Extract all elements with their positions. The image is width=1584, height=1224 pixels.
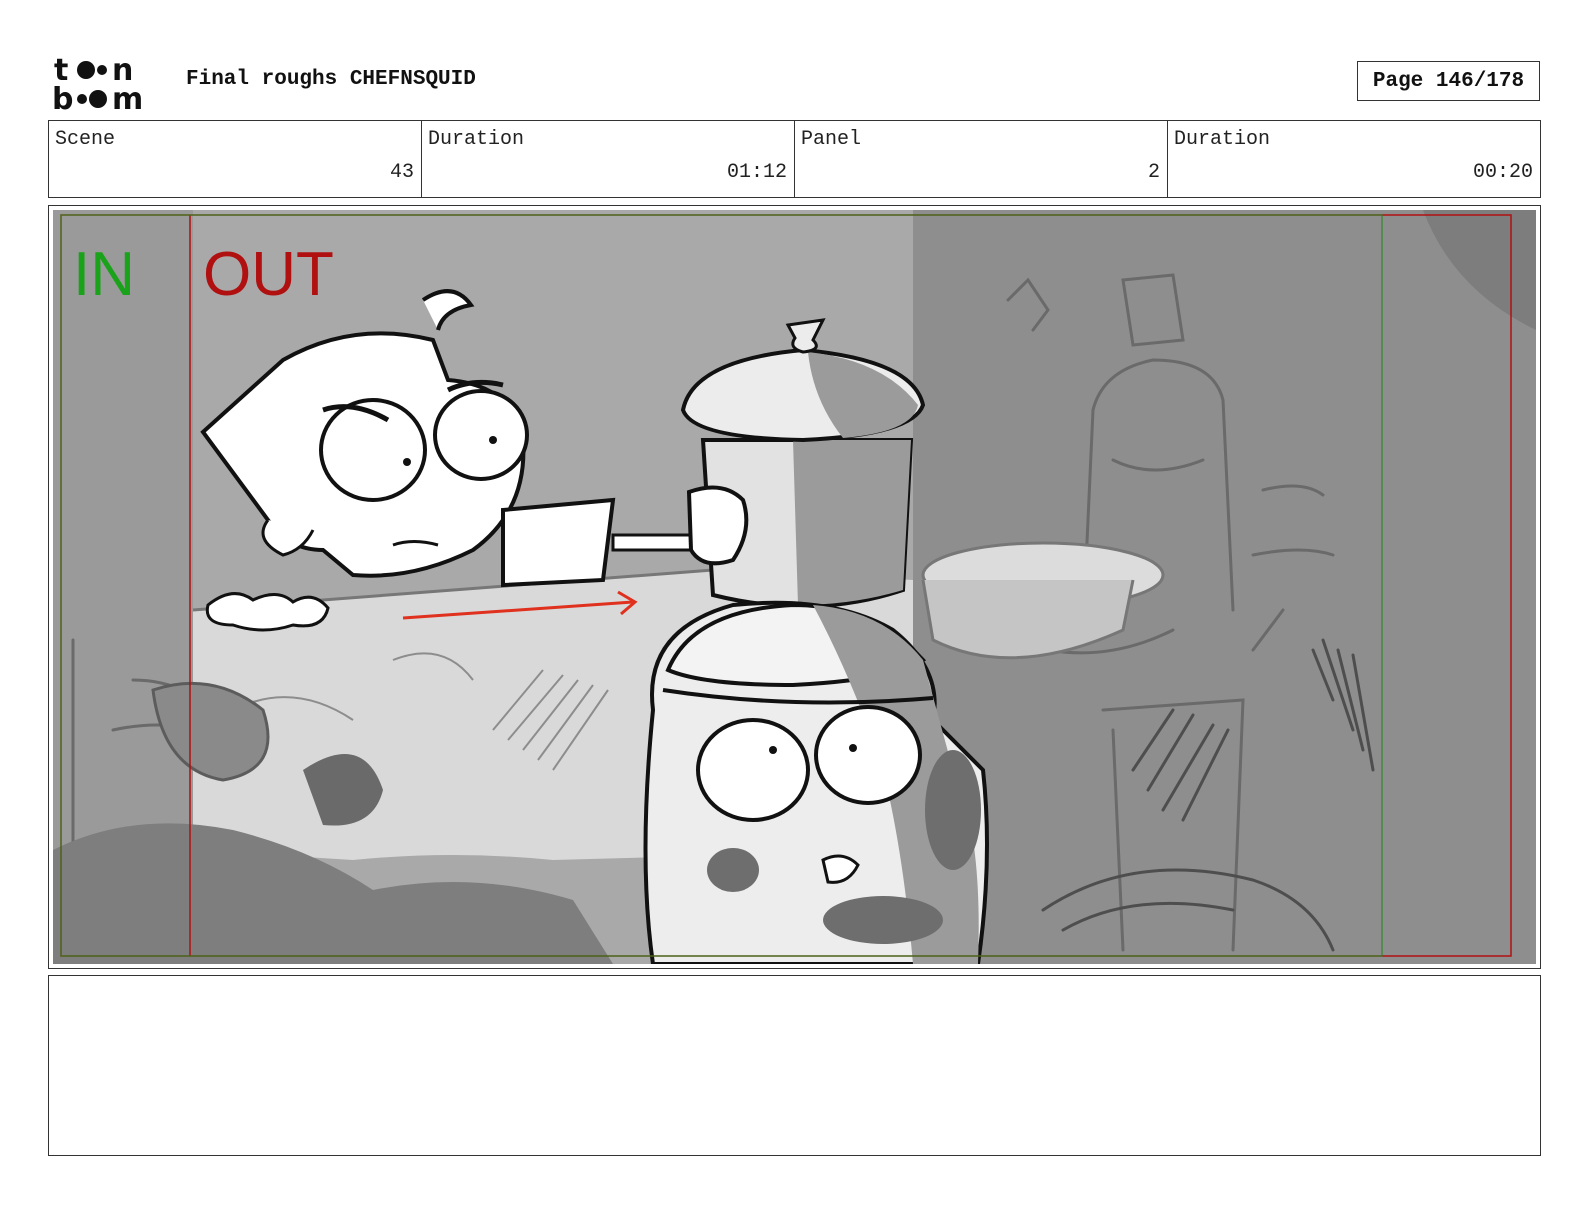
- scene-cell: Scene 43: [49, 121, 422, 197]
- panel-label: Panel: [801, 128, 862, 151]
- panel-duration-cell: Duration 00:20: [1168, 121, 1540, 197]
- scene-label: Scene: [55, 128, 116, 151]
- scene-duration-label: Duration: [428, 128, 525, 151]
- storyboard-panel: IN OUT: [48, 205, 1541, 969]
- document-title: Final roughs CHEFNSQUID: [186, 68, 476, 91]
- toonboom-logo: t n b m: [52, 53, 143, 112]
- out-label: OUT: [203, 240, 334, 309]
- scene-duration-cell: Duration 01:12: [422, 121, 795, 197]
- panel-cell: Panel 2: [795, 121, 1168, 197]
- scene-info-row: Scene 43 Duration 01:12 Panel 2 Duration…: [48, 120, 1541, 198]
- panel-duration-value: 00:20: [1472, 161, 1533, 184]
- scene-value: 43: [389, 161, 414, 184]
- page-number: Page 146/178: [1357, 61, 1540, 101]
- svg-text:m: m: [112, 82, 143, 112]
- in-label: IN: [73, 240, 135, 309]
- panel-duration-label: Duration: [1174, 128, 1271, 151]
- panel-drawing: IN OUT: [53, 210, 1536, 964]
- notes-box: [48, 975, 1541, 1156]
- svg-text:b: b: [52, 82, 73, 112]
- scene-duration-value: 01:12: [726, 161, 787, 184]
- panel-value: 2: [1147, 161, 1160, 184]
